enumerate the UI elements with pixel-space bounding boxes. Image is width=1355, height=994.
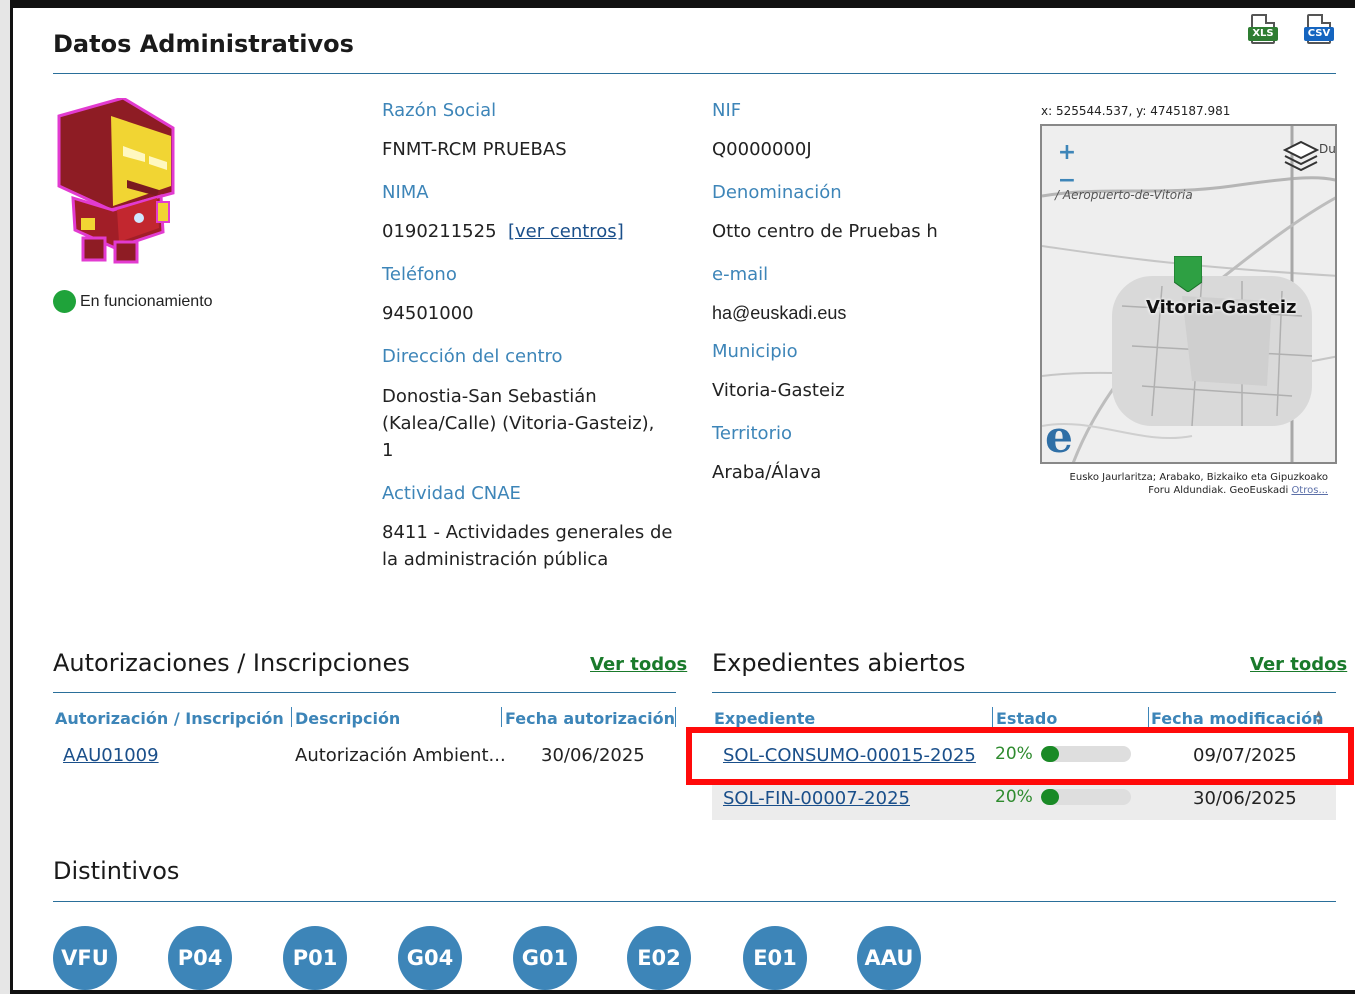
- razon-social-label: Razón Social: [382, 100, 497, 121]
- column-header-estado[interactable]: Estado: [996, 709, 1057, 728]
- ver-centros-link[interactable]: [ver centros]: [508, 221, 624, 242]
- autorizaciones-title: Autorizaciones / Inscripciones: [53, 649, 410, 677]
- autorizacion-id-link[interactable]: AAU01009: [63, 745, 159, 766]
- direccion-value: Donostia-San Sebastián (Kalea/Calle) (Vi…: [382, 383, 654, 464]
- distintivo-badge[interactable]: E01: [743, 926, 807, 990]
- window-frame-left: [0, 0, 13, 994]
- title-divider: [53, 73, 1336, 74]
- xls-label: XLS: [1248, 27, 1278, 41]
- location-map[interactable]: [1040, 124, 1337, 464]
- distintivo-badge[interactable]: G04: [398, 926, 462, 990]
- export-xls-button[interactable]: XLS: [1248, 14, 1278, 48]
- nif-value: Q0000000J: [712, 139, 812, 160]
- column-header-descripcion[interactable]: Descripción: [295, 709, 400, 728]
- municipio-label: Municipio: [712, 341, 798, 362]
- column-separator: [675, 707, 676, 727]
- map-place-label: Du: [1319, 142, 1336, 156]
- expediente-id-link[interactable]: SOL-FIN-00007-2025: [723, 788, 910, 809]
- nima-value-group: 0190211525 [ver centros]: [382, 218, 624, 245]
- autorizacion-fecha: 30/06/2025: [541, 745, 645, 766]
- distintivo-badge[interactable]: VFU: [53, 926, 117, 990]
- page-title: Datos Administrativos: [53, 30, 354, 58]
- center-avatar-image: [53, 96, 175, 264]
- distintivo-badge[interactable]: G01: [513, 926, 577, 990]
- expedientes-ver-todos-link[interactable]: Ver todos: [1250, 654, 1347, 675]
- column-separator: [291, 707, 292, 727]
- column-separator: [992, 707, 993, 727]
- map-airport-label: / Aeropuerto-de-Vitoria: [1055, 188, 1193, 202]
- status-text: En funcionamiento: [80, 292, 213, 310]
- telefono-value: 94501000: [382, 303, 474, 324]
- direccion-line: Donostia-San Sebastián: [382, 386, 597, 407]
- column-header-fecha-modificacion[interactable]: Fecha modificación: [1151, 709, 1323, 728]
- direccion-line: (Kalea/Calle) (Vitoria-Gasteiz),: [382, 413, 655, 434]
- map-attribution-link[interactable]: Otros...: [1291, 485, 1328, 496]
- window-frame-top: [12, 0, 1355, 8]
- map-attribution-text: Eusko Jaurlaritza; Arabako, Bizkaiko eta…: [1069, 472, 1328, 496]
- autorizaciones-ver-todos-link[interactable]: Ver todos: [590, 654, 687, 675]
- cnae-line: 8411 - Actividades generales de: [382, 522, 673, 543]
- sort-icon[interactable]: ▴ ▾: [1316, 707, 1322, 727]
- direccion-label: Dirección del centro: [382, 346, 563, 367]
- column-header-autorizacion[interactable]: Autorización / Inscripción: [55, 709, 284, 728]
- distintivo-badge[interactable]: AAU: [857, 926, 921, 990]
- telefono-label: Teléfono: [382, 264, 457, 285]
- map-coordinates: x: 525544.537, y: 4745187.981: [1041, 104, 1231, 118]
- expedientes-divider: [712, 692, 1336, 693]
- expediente-fecha: 30/06/2025: [1193, 788, 1297, 809]
- nima-label: NIMA: [382, 182, 429, 203]
- map-attribution: Eusko Jaurlaritza; Arabako, Bizkaiko eta…: [1045, 471, 1328, 497]
- nima-value: 0190211525: [382, 221, 497, 242]
- export-csv-button[interactable]: CSV: [1304, 14, 1334, 48]
- expediente-fecha: 09/07/2025: [1193, 745, 1297, 766]
- cnae-line: la administración pública: [382, 549, 609, 570]
- expediente-progress-bar: [1041, 746, 1131, 762]
- column-header-expediente[interactable]: Expediente: [714, 709, 815, 728]
- razon-social-value: FNMT-RCM PRUEBAS: [382, 139, 567, 160]
- map-city-label: Vitoria-Gasteiz: [1146, 297, 1297, 318]
- progress-fill: [1041, 746, 1059, 762]
- territorio-value: Araba/Álava: [712, 462, 822, 483]
- distintivos-divider: [53, 901, 1336, 902]
- column-separator: [1148, 707, 1149, 727]
- progress-fill: [1041, 789, 1059, 805]
- map-layers-icon[interactable]: [1282, 138, 1320, 174]
- distintivo-badge[interactable]: P04: [168, 926, 232, 990]
- autorizacion-descripcion: Autorización Ambient...: [295, 745, 506, 766]
- email-value: ha@euskadi.eus: [712, 303, 847, 323]
- column-header-fecha-autorizacion[interactable]: Fecha autorización: [505, 709, 675, 728]
- distintivo-badge[interactable]: E02: [627, 926, 691, 990]
- cnae-value: 8411 - Actividades generales de la admin…: [382, 519, 673, 573]
- expedientes-title: Expedientes abiertos: [712, 649, 966, 677]
- nif-label: NIF: [712, 100, 742, 121]
- map-location-marker-icon[interactable]: [1173, 255, 1203, 293]
- geoeuskadi-logo: e: [1045, 412, 1073, 463]
- territorio-label: Territorio: [712, 423, 792, 444]
- status-indicator-icon: [53, 290, 76, 313]
- email-label: e-mail: [712, 264, 769, 285]
- denominacion-value: Otto centro de Pruebas h: [712, 221, 938, 242]
- center-status: En funcionamiento: [53, 290, 213, 313]
- denominacion-label: Denominación: [712, 182, 842, 203]
- map-zoom-in-button[interactable]: +: [1053, 140, 1081, 165]
- autorizaciones-divider: [53, 692, 676, 693]
- distintivos-title: Distintivos: [53, 857, 180, 885]
- window-frame-bottom: [12, 990, 1355, 994]
- csv-label: CSV: [1304, 27, 1334, 41]
- direccion-line: 1: [382, 440, 394, 461]
- municipio-value: Vitoria-Gasteiz: [712, 380, 845, 401]
- expediente-progress-percent: 20%: [995, 744, 1033, 764]
- distintivo-badge[interactable]: P01: [283, 926, 347, 990]
- expediente-progress-percent: 20%: [995, 787, 1033, 807]
- cnae-label: Actividad CNAE: [382, 483, 521, 504]
- expediente-id-link[interactable]: SOL-CONSUMO-00015-2025: [723, 745, 976, 766]
- column-separator: [501, 707, 502, 727]
- expediente-progress-bar: [1041, 789, 1131, 805]
